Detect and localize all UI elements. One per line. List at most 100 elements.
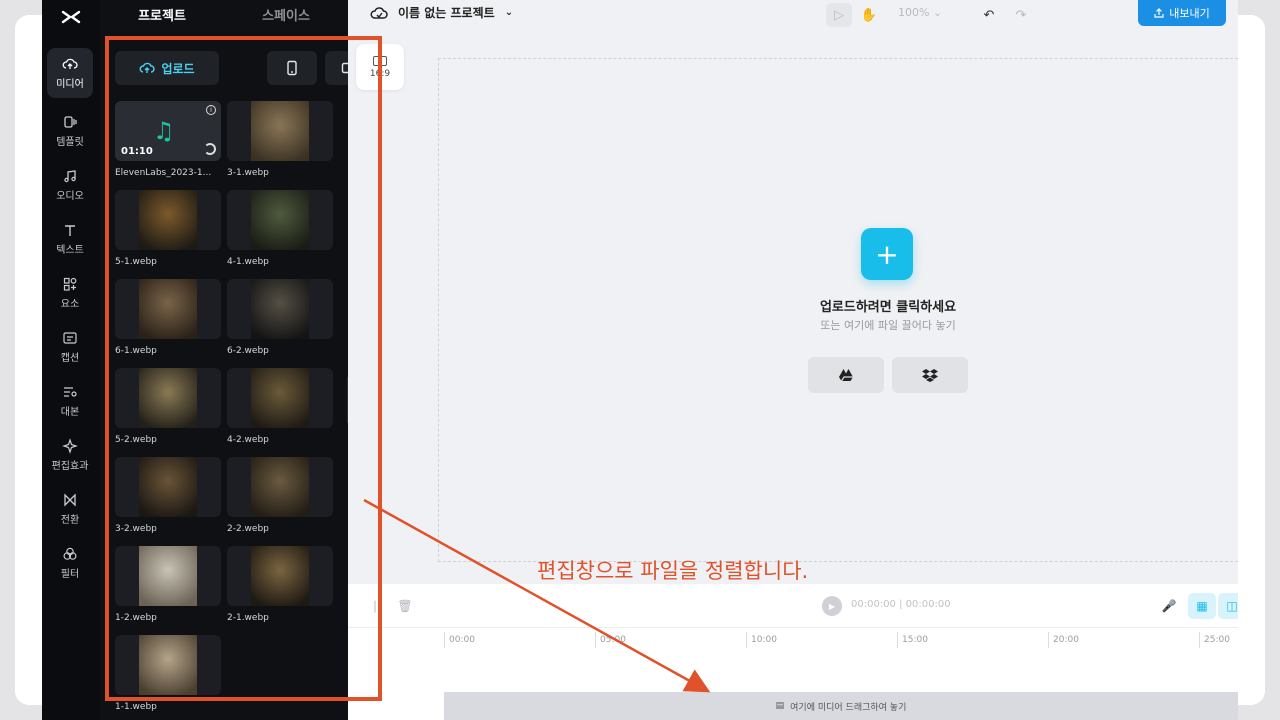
media-panel: 프로젝트 스페이스 업로드 ♫ i 01:10 ElevenLabs_2023-1..… (100, 0, 375, 720)
rail-item-template[interactable]: 템플릿 (47, 106, 93, 156)
track-hint: 여기에 미디어 드래그하여 놓기 (790, 702, 907, 713)
media-tile[interactable]: 5-1.webp (115, 190, 221, 267)
google-drive-button[interactable] (808, 357, 884, 393)
shapes-icon (63, 277, 77, 291)
upload-subtitle: 또는 여기에 파일 끌어다 놓기 (820, 319, 956, 332)
phone-icon (287, 60, 297, 76)
filter-icon (63, 547, 77, 560)
zoom-level[interactable]: 100% ⌄ (898, 6, 942, 19)
image-thumbnail (115, 457, 221, 517)
image-thumbnail (227, 190, 333, 250)
file-name: 2-1.webp (227, 613, 269, 623)
rail-label: 필터 (60, 569, 80, 580)
rail-item-audio[interactable]: 오디오 (47, 160, 93, 210)
image-thumbnail (115, 368, 221, 428)
project-name: 이름 없는 프로젝트 (398, 6, 495, 20)
rail-item-filter[interactable]: 필터 (47, 538, 93, 588)
undo-icon[interactable]: ↶ (976, 3, 1002, 27)
file-name: 1-1.webp (115, 702, 157, 712)
file-name: 3-1.webp (227, 168, 269, 178)
media-tile[interactable]: ♫ i 01:10 ElevenLabs_2023-1... (115, 101, 221, 178)
media-tile[interactable]: 5-2.webp (115, 368, 221, 445)
chevron-down-icon: ⌄ (504, 7, 514, 18)
export-button[interactable]: 내보내기 (1138, 0, 1226, 26)
transition-icon (64, 493, 76, 507)
audio-thumbnail: ♫ i 01:10 (115, 101, 221, 161)
media-tile[interactable]: 6-1.webp (115, 279, 221, 356)
project-title-group[interactable]: 이름 없는 프로젝트 ⌄ (370, 4, 513, 21)
media-tile[interactable]: 6-2.webp (227, 279, 333, 356)
rail-item-text[interactable]: 텍스트 (47, 214, 93, 264)
aspect-ratio-button[interactable]: 16:9 (356, 44, 404, 90)
image-thumbnail (115, 546, 221, 606)
image-thumbnail (227, 457, 333, 517)
timeline-track-dropzone[interactable]: ▤ 여기에 미디어 드래그하여 놓기 (444, 692, 1238, 720)
rail-label: 요소 (60, 299, 80, 310)
split-view-toggle[interactable]: ◫ (1218, 593, 1238, 619)
select-tool-icon[interactable]: ▷ (826, 3, 852, 27)
split-icon[interactable]: ∣ (366, 597, 384, 615)
rail-label: 대본 (60, 407, 80, 418)
image-preview (139, 368, 197, 428)
image-thumbnail (227, 101, 333, 161)
media-tile[interactable]: 4-1.webp (227, 190, 333, 267)
image-preview (139, 546, 197, 606)
caption-icon (63, 332, 77, 344)
file-name: 6-2.webp (227, 346, 269, 356)
image-thumbnail (115, 190, 221, 250)
media-tile[interactable]: 4-2.webp (227, 368, 333, 445)
image-thumbnail (227, 368, 333, 428)
cloud-upload-icon (140, 62, 156, 73)
rail-label: 텍스트 (56, 245, 84, 256)
image-preview (251, 457, 309, 517)
play-button[interactable]: ▶ (822, 596, 842, 616)
media-tile[interactable]: 2-2.webp (227, 457, 333, 534)
rail-item-transition[interactable]: 전환 (47, 484, 93, 534)
file-name: 4-2.webp (227, 435, 269, 445)
add-media-button[interactable]: + (861, 228, 913, 280)
rail-label: 템플릿 (56, 137, 84, 148)
rail-item-elements[interactable]: 요소 (47, 268, 93, 318)
delete-icon[interactable]: 🗑 (396, 597, 414, 615)
export-label: 내보내기 (1169, 7, 1210, 20)
rail-item-effects[interactable]: 편집효과 (47, 430, 93, 480)
media-tile[interactable]: 3-1.webp (227, 101, 333, 178)
rail-item-caption[interactable]: 캡션 (47, 322, 93, 372)
app-logo[interactable] (42, 0, 100, 34)
microphone-icon[interactable]: 🎤 (1160, 597, 1178, 615)
sparkle-icon (62, 438, 78, 454)
dropbox-icon (922, 369, 938, 382)
magnet-toggle[interactable]: ▦ (1188, 593, 1216, 619)
upload-button[interactable]: 업로드 (115, 51, 219, 85)
media-tile[interactable]: 1-2.webp (115, 546, 221, 623)
mobile-upload-button[interactable] (267, 51, 317, 85)
media-tile[interactable]: 1-1.webp (115, 635, 221, 712)
image-preview (251, 101, 309, 161)
ruler-tick: 25:00 (1199, 632, 1230, 648)
rail-label: 편집효과 (51, 461, 89, 472)
file-name: 4-1.webp (227, 257, 269, 267)
ruler-tick: 15:00 (897, 632, 928, 648)
ruler-tick: 10:00 (746, 632, 777, 648)
tab-space[interactable]: 스페이스 (224, 0, 348, 28)
image-preview (139, 279, 197, 339)
cloud-icon (370, 6, 388, 19)
ruler-tick: 05:00 (595, 632, 626, 648)
redo-icon[interactable]: ↷ (1008, 3, 1034, 27)
rail-label: 전환 (60, 515, 80, 526)
info-icon[interactable]: i (206, 105, 216, 115)
rail-item-script[interactable]: 대본 (47, 376, 93, 426)
media-tile[interactable]: 3-2.webp (115, 457, 221, 534)
aspect-ratio-icon (373, 55, 387, 66)
ruler-tick: 00:00 (444, 632, 475, 648)
tab-project[interactable]: 프로젝트 (100, 0, 224, 28)
hand-tool-icon[interactable]: ✋ (856, 3, 882, 27)
file-name: 2-2.webp (227, 524, 269, 534)
rail-item-media[interactable]: 미디어 (47, 48, 93, 98)
capcut-logo-icon (61, 10, 81, 24)
export-icon (1154, 8, 1164, 18)
dropbox-button[interactable] (892, 357, 968, 393)
image-preview (251, 190, 309, 250)
timecode: 00:00:00 | 00:00:00 (851, 599, 951, 610)
media-tile[interactable]: 2-1.webp (227, 546, 333, 623)
